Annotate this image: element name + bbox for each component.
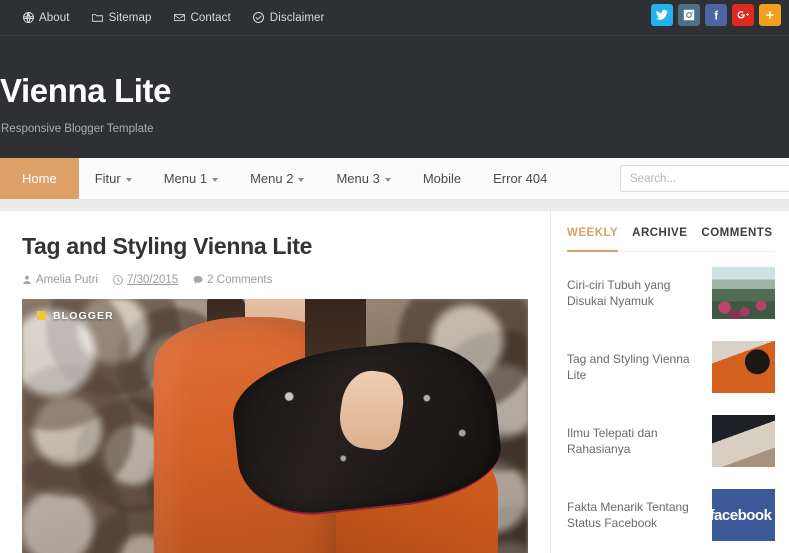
social-twitter-button[interactable]	[651, 4, 673, 26]
list-item[interactable]: Ciri-ciri Tubuh yang Disukai Nyamuk	[567, 256, 775, 330]
nav-item-mobile[interactable]: Mobile	[407, 158, 477, 199]
nav-item-label: Mobile	[422, 171, 462, 186]
plus-icon	[766, 11, 774, 19]
top-link-contact[interactable]: Contact	[173, 11, 231, 24]
post-comments[interactable]: 2 Comments	[193, 274, 272, 286]
site-description: Responsive Blogger Template	[1, 122, 154, 135]
site-title[interactable]: Vienna Lite	[0, 73, 789, 110]
site-masthead: Vienna Lite Responsive Blogger Template	[0, 36, 789, 158]
nav-item-error-404[interactable]: Error 404	[477, 158, 563, 199]
image-label-badge: BLOGGER	[37, 310, 114, 322]
list-item-title: Fakta Menarik Tentang Status Facebook	[567, 499, 689, 530]
bookmark-icon	[37, 311, 46, 321]
sidebar-tabs: WEEKLY ARCHIVE COMMENTS	[567, 227, 775, 252]
nav-item-label: Home	[22, 171, 57, 186]
nav-item-label: Menu 3	[336, 171, 380, 186]
list-item-title: Tag and Styling Vienna Lite	[567, 351, 690, 382]
social-links	[651, 4, 781, 26]
tab-weekly[interactable]: WEEKLY	[567, 227, 619, 252]
nav-item-menu-1[interactable]: Menu 1	[148, 158, 234, 199]
top-link-label: Contact	[190, 11, 231, 24]
orange-blouse-thumbnail	[712, 341, 775, 393]
search-input[interactable]	[620, 165, 789, 192]
top-link-label: Sitemap	[108, 11, 152, 24]
nav-item-home[interactable]: Home	[0, 158, 79, 199]
facebook-logo-thumbnail: facebook	[712, 489, 775, 541]
nav-item-label: Menu 2	[250, 171, 294, 186]
nav-item-fitur[interactable]: Fitur	[79, 158, 148, 199]
instagram-icon	[683, 9, 695, 21]
nav-item-label: Fitur	[94, 171, 121, 186]
chevron-down-icon	[384, 177, 391, 182]
top-link-about[interactable]: About	[22, 12, 70, 24]
top-bar-menu: About Sitemap Contact Disclaimer	[0, 12, 324, 24]
sidebar-post-list: Ciri-ciri Tubuh yang Disukai Nyamuk Tag …	[567, 252, 775, 553]
post-comments-label: 2 Comments	[207, 273, 273, 286]
flowers-field-thumbnail	[712, 267, 775, 319]
post-featured-image[interactable]: BLOGGER	[22, 298, 528, 553]
nav-item-menu-3[interactable]: Menu 3	[320, 158, 406, 199]
envelope-icon	[173, 12, 185, 24]
google-plus-icon	[737, 11, 749, 19]
top-bar: About Sitemap Contact Disclaimer	[0, 0, 789, 36]
chevron-down-icon	[125, 177, 132, 182]
list-item[interactable]: Ilmu Telepati dan Rahasianya	[567, 404, 775, 478]
list-item-title: Ciri-ciri Tubuh yang Disukai Nyamuk	[567, 277, 671, 308]
twitter-icon	[656, 9, 668, 20]
top-link-disclaimer[interactable]: Disclaimer	[253, 12, 325, 24]
social-google-plus-button[interactable]	[732, 4, 754, 26]
image-label-text: BLOGGER	[53, 309, 114, 322]
content-container: Tag and Styling Vienna Lite Amelia Putri…	[0, 211, 789, 553]
folder-icon	[92, 12, 104, 24]
social-facebook-button[interactable]	[705, 4, 727, 26]
top-link-sitemap[interactable]: Sitemap	[92, 12, 152, 24]
nav-item-label: Menu 1	[163, 171, 208, 186]
main-content: Tag and Styling Vienna Lite Amelia Putri…	[0, 211, 551, 553]
check-circle-icon	[253, 12, 265, 24]
list-item-title: Ilmu Telepati dan Rahasianya	[567, 425, 658, 456]
facebook-icon	[714, 10, 718, 20]
tab-archive[interactable]: ARCHIVE	[632, 227, 687, 242]
top-link-label: Disclaimer	[269, 11, 325, 24]
post-author-label: Amelia Putri	[36, 273, 98, 286]
sidebar: WEEKLY ARCHIVE COMMENTS Ciri-ciri Tubuh …	[551, 211, 789, 553]
user-icon	[23, 275, 31, 284]
comment-icon	[193, 275, 203, 284]
chevron-down-icon	[212, 177, 219, 182]
nav-items: Home Fitur Menu 1 Menu 2 Menu 3 Mobile E…	[0, 158, 563, 199]
chevron-down-icon	[298, 177, 305, 182]
search-form	[620, 165, 789, 192]
nav-item-label: Error 404	[493, 171, 548, 186]
tab-comments[interactable]: COMMENTS	[701, 227, 772, 242]
nav-item-menu-2[interactable]: Menu 2	[234, 158, 320, 199]
post-date[interactable]: 7/30/2015	[113, 274, 178, 286]
post-date-label: 7/30/2015	[127, 273, 179, 286]
social-more-button[interactable]	[759, 4, 781, 26]
post-title[interactable]: Tag and Styling Vienna Lite	[22, 233, 528, 261]
top-link-label: About	[39, 11, 70, 24]
writing-notebook-thumbnail	[712, 415, 775, 467]
main-navigation: Home Fitur Menu 1 Menu 2 Menu 3 Mobile E…	[0, 158, 789, 200]
social-instagram-button[interactable]	[678, 4, 700, 26]
list-item[interactable]: Tag and Styling Vienna Lite	[567, 330, 775, 404]
post-meta: Amelia Putri 7/30/2015 2 Comments	[22, 274, 528, 286]
clock-icon	[113, 274, 123, 285]
facebook-logo-text: facebook	[712, 506, 772, 524]
page-body: Tag and Styling Vienna Lite Amelia Putri…	[0, 200, 789, 553]
list-item[interactable]: Fakta Menarik Tentang Status Facebook fa…	[567, 478, 775, 552]
globe-icon	[22, 12, 34, 24]
post-author[interactable]: Amelia Putri	[22, 274, 98, 286]
